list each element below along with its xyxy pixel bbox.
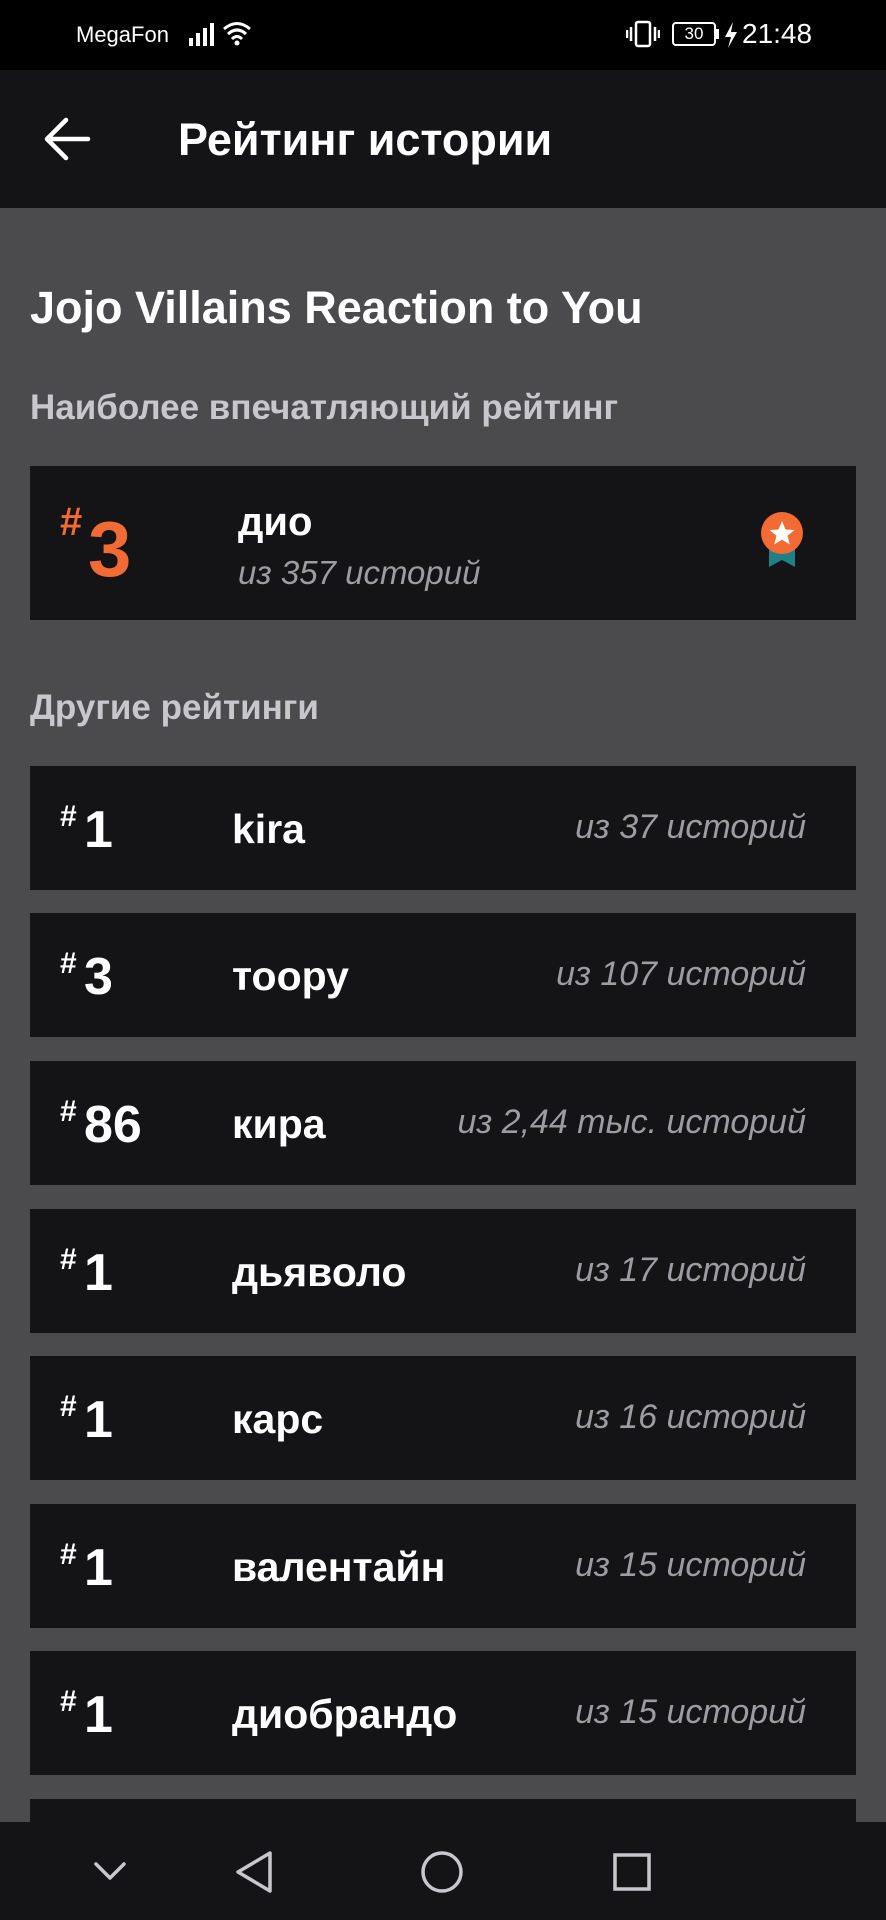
rank-number: 1 bbox=[84, 1244, 113, 1302]
signal-icon bbox=[189, 23, 214, 46]
rank-tag: дьяволо bbox=[232, 1249, 407, 1295]
rank-tag: валентайн bbox=[232, 1544, 446, 1590]
rank-number: 3 bbox=[84, 948, 113, 1006]
charging-bolt-icon bbox=[725, 22, 737, 48]
story-title: Jojo Villains Reaction to You bbox=[30, 282, 643, 333]
battery-level: 30 bbox=[684, 24, 704, 43]
rank-hash: # bbox=[60, 500, 83, 544]
rank-number: 86 bbox=[84, 1096, 142, 1154]
rank-hash: # bbox=[60, 800, 77, 833]
rank-number: 1 bbox=[84, 1686, 113, 1744]
rank-count: из 2,44 тыс. историй bbox=[457, 1103, 807, 1141]
rank-count: из 16 историй bbox=[575, 1398, 806, 1436]
clock: 21:48 bbox=[742, 18, 813, 49]
rank-number: 3 bbox=[88, 505, 132, 593]
rank-count: из 15 историй bbox=[575, 1546, 806, 1584]
vibrate-icon bbox=[626, 20, 660, 48]
navigation-bar bbox=[0, 1822, 886, 1920]
rank-tag: тоору bbox=[232, 953, 349, 999]
rank-hash: # bbox=[60, 1685, 77, 1718]
rank-row[interactable]: # 1 диобрандо из 15 историй bbox=[30, 1651, 856, 1775]
rank-hash: # bbox=[60, 1538, 77, 1571]
section-label-other: Другие рейтинги bbox=[30, 688, 319, 727]
rank-count: из 107 историй bbox=[556, 955, 806, 993]
rank-count: из 37 историй bbox=[575, 808, 806, 846]
rank-tag: диобрандо bbox=[232, 1691, 458, 1737]
rank-row-partial[interactable] bbox=[30, 1799, 856, 1822]
battery-tip bbox=[716, 29, 719, 39]
rank-count: из 17 историй bbox=[575, 1251, 806, 1289]
rank-hash: # bbox=[60, 1243, 77, 1276]
rank-tag: дио bbox=[238, 500, 313, 544]
rank-hash: # bbox=[60, 1390, 77, 1423]
rank-tag: кира bbox=[232, 1101, 326, 1147]
rank-tag: карс bbox=[232, 1396, 324, 1442]
rank-row[interactable]: # 1 kira из 37 историй bbox=[30, 766, 856, 890]
back-triangle-icon[interactable] bbox=[234, 1850, 274, 1894]
rank-row[interactable]: # 86 кира из 2,44 тыс. историй bbox=[30, 1061, 856, 1185]
rank-number: 1 bbox=[84, 1539, 113, 1597]
battery-indicator: 30 bbox=[672, 22, 716, 46]
rank-row[interactable]: # 3 тоору из 107 историй bbox=[30, 913, 856, 1037]
section-label-top: Наиболее впечатляющий рейтинг bbox=[30, 388, 619, 427]
app-bar: Рейтинг истории bbox=[0, 70, 886, 208]
rank-tag: kira bbox=[232, 806, 305, 852]
rank-hash: # bbox=[60, 1095, 77, 1128]
carrier-name: MegaFon bbox=[76, 22, 169, 47]
status-bar: MegaFon 30 21:48 bbox=[0, 0, 886, 70]
top-rank-card[interactable]: # 3 дио из 357 историй bbox=[30, 466, 856, 620]
rank-count: из 15 историй bbox=[575, 1693, 806, 1731]
chevron-down-icon[interactable] bbox=[92, 1858, 128, 1884]
rank-row[interactable]: # 1 валентайн из 15 историй bbox=[30, 1504, 856, 1628]
rank-number: 1 bbox=[84, 801, 113, 859]
arrow-left-icon[interactable] bbox=[42, 116, 92, 162]
rank-count: из 357 историй bbox=[238, 554, 481, 591]
medal-star-icon bbox=[761, 512, 803, 567]
page-title: Рейтинг истории bbox=[178, 114, 553, 165]
wifi-icon bbox=[223, 22, 251, 46]
recents-square-icon[interactable] bbox=[612, 1852, 652, 1892]
rank-number: 1 bbox=[84, 1391, 113, 1449]
rank-hash: # bbox=[60, 947, 77, 980]
rank-row[interactable]: # 1 дьяволо из 17 историй bbox=[30, 1209, 856, 1333]
rank-row[interactable]: # 1 карс из 16 историй bbox=[30, 1356, 856, 1480]
home-circle-icon[interactable] bbox=[420, 1850, 464, 1894]
